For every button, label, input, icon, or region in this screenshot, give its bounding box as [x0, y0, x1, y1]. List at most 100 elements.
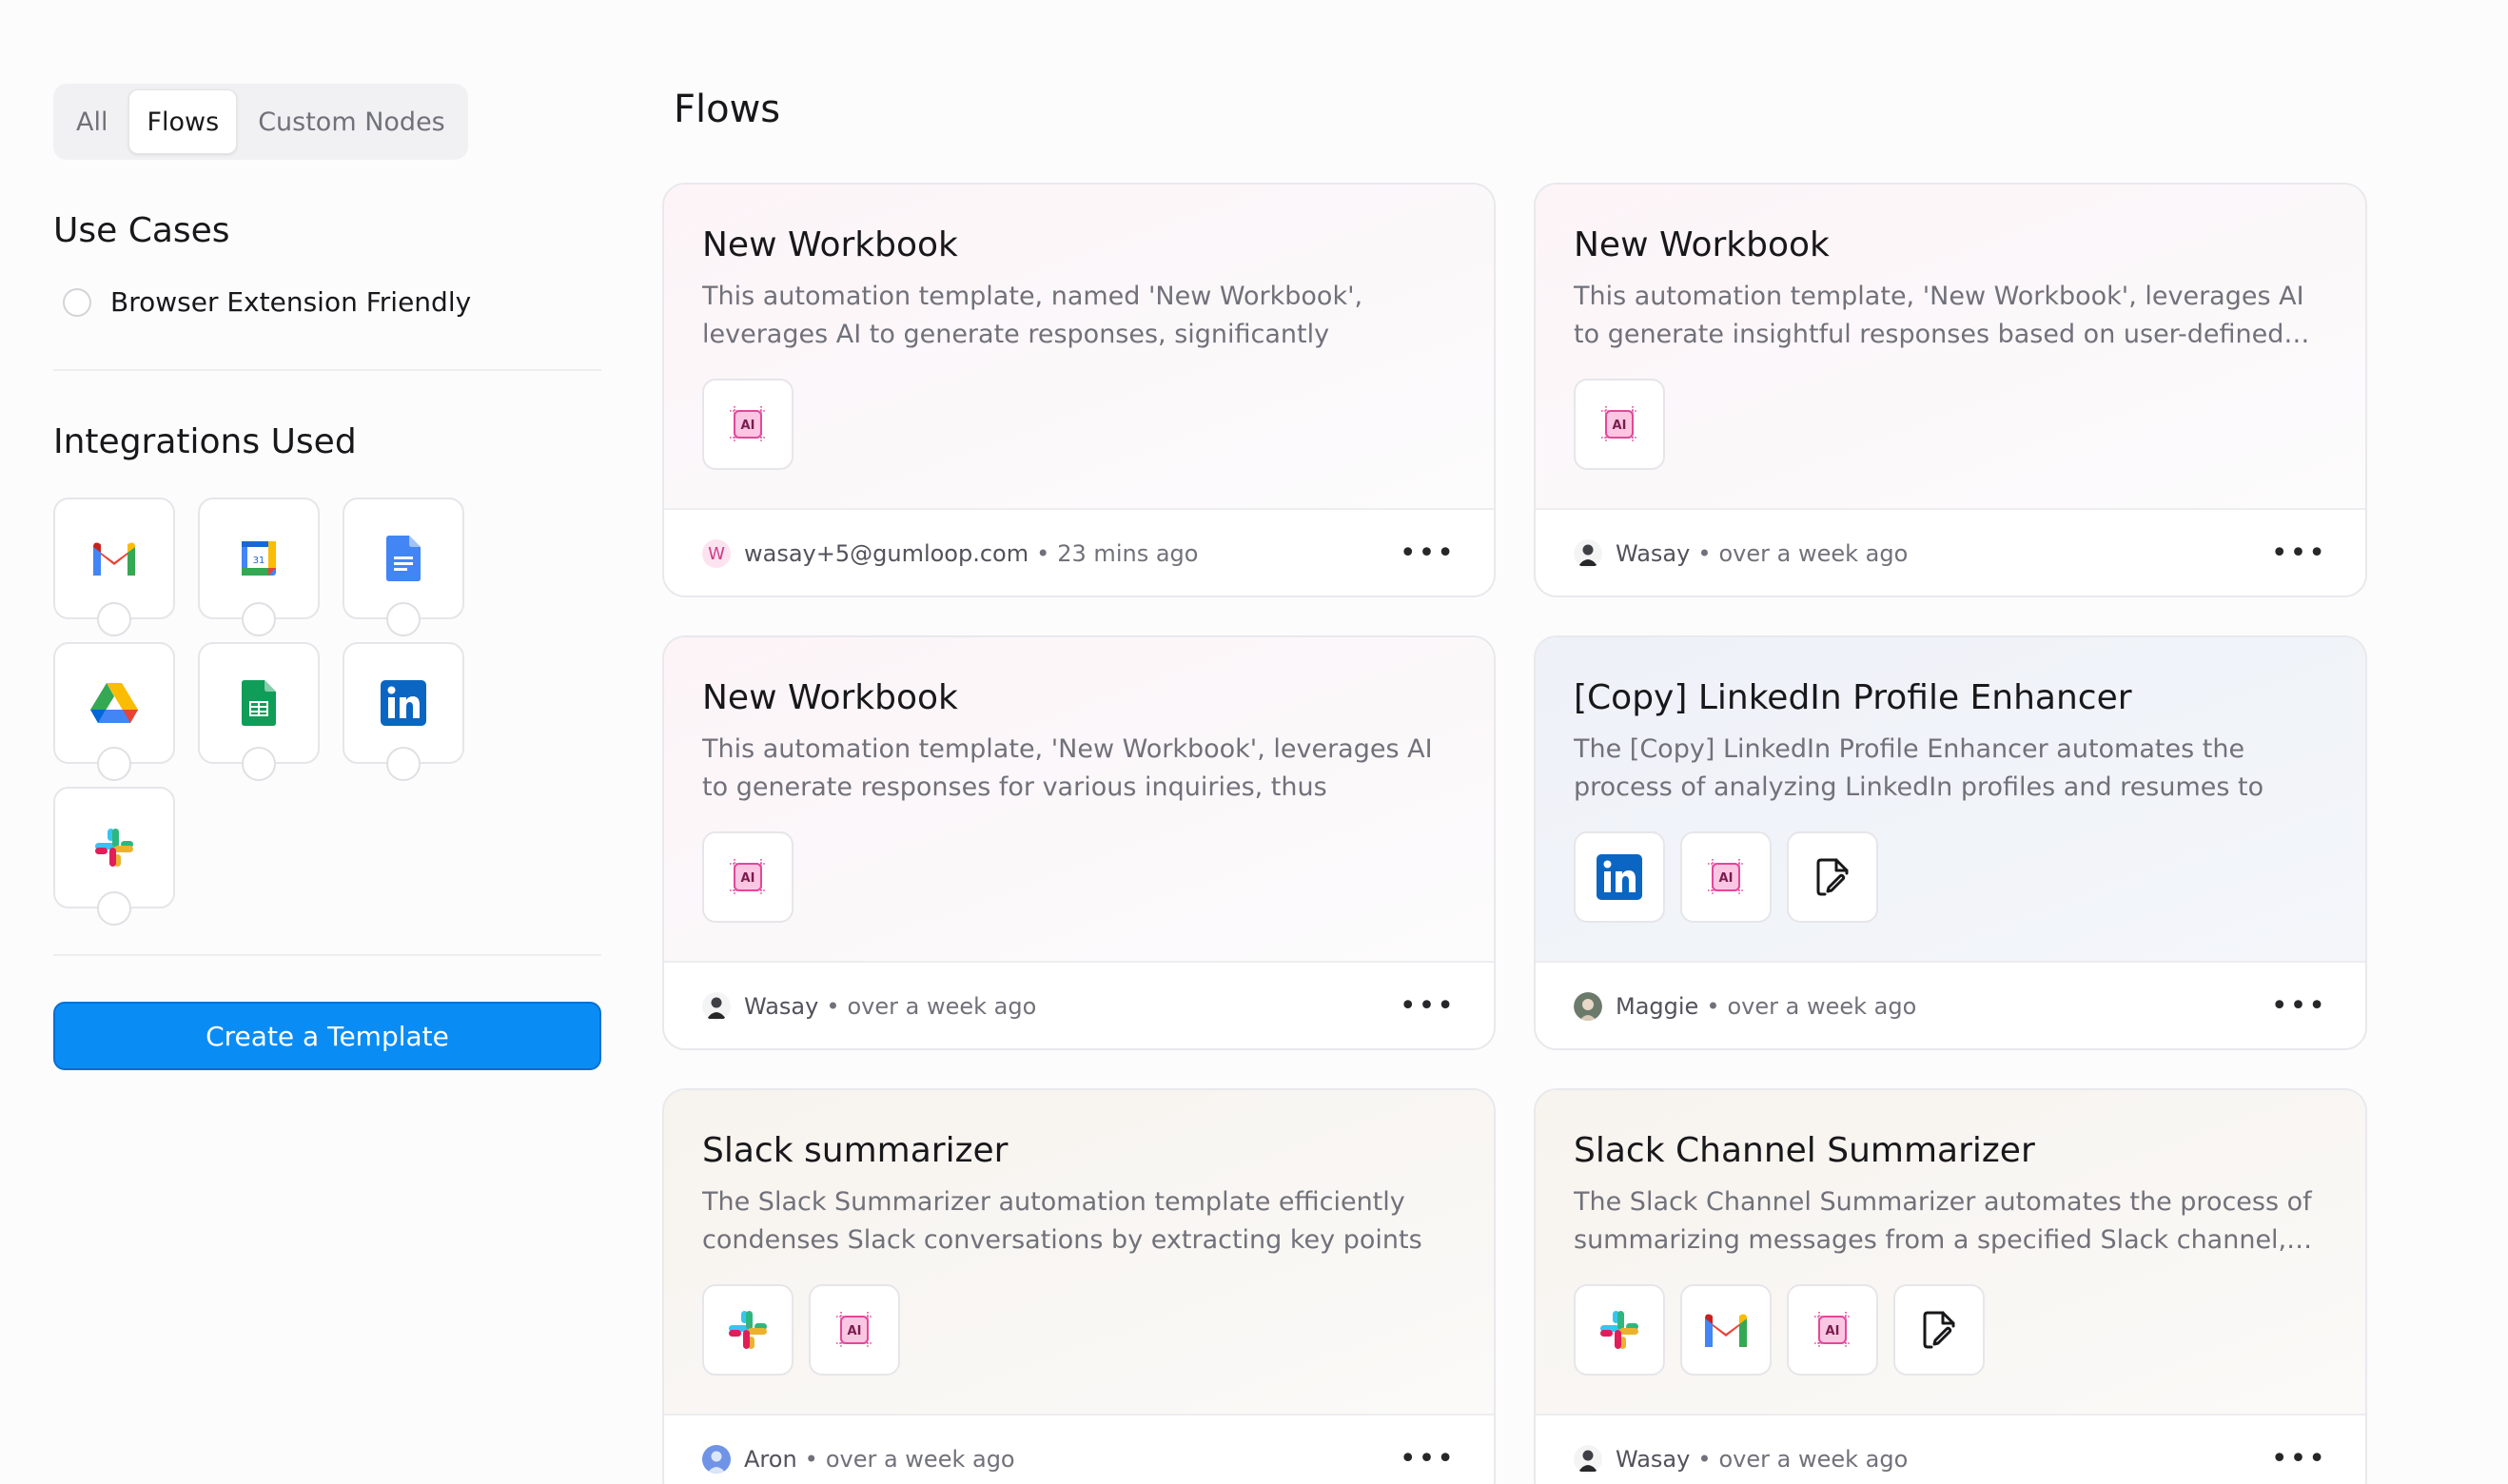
author-name: wasay+5@gumloop.com: [744, 540, 1029, 567]
separator: •: [1706, 993, 1720, 1020]
flow-card[interactable]: New Workbook This automation template, na…: [662, 183, 1496, 597]
card-body: Slack summarizer The Slack Summarizer aut…: [664, 1090, 1494, 1416]
integration-slack[interactable]: [53, 787, 175, 926]
linkedin-icon: [381, 680, 426, 726]
integration-google-docs-radio[interactable]: [386, 602, 421, 636]
card-integrations: AI: [1574, 831, 2327, 923]
author-name: Wasay: [1616, 540, 1691, 567]
ai-chip-icon: AI: [1704, 855, 1748, 899]
card-footer: Wasay • over a week ago •••: [1536, 510, 2365, 596]
integration-google-drive-radio[interactable]: [97, 747, 131, 781]
flow-card[interactable]: New Workbook This automation template, 'N…: [662, 635, 1496, 1050]
ai-chip-icon: AI: [1811, 1308, 1854, 1352]
card-timestamp: over a week ago: [825, 1446, 1015, 1473]
separator: •: [1697, 540, 1712, 567]
card-description: This automation template, 'New Workbook'…: [1574, 282, 2310, 349]
card-integration-tile: [1680, 1284, 1772, 1376]
card-integrations: AI: [702, 1284, 1456, 1376]
divider: [53, 369, 601, 371]
card-title: Slack Channel Summarizer: [1574, 1131, 2035, 1170]
card-description: The [Copy] LinkedIn Profile Enhancer aut…: [1574, 734, 2264, 802]
card-title: New Workbook: [1574, 225, 1830, 264]
integration-linkedin[interactable]: [343, 642, 464, 781]
card-integration-tile: [1574, 1284, 1665, 1376]
card-title: [Copy] LinkedIn Profile Enhancer: [1574, 678, 2132, 717]
google-docs-icon: [386, 536, 421, 581]
card-integration-tile: AI: [702, 831, 794, 923]
card-integration-tile: AI: [1787, 1284, 1878, 1376]
card-integrations: AI: [702, 379, 1456, 470]
more-options-button[interactable]: •••: [1400, 992, 1456, 1021]
card-author: Wasay • over a week ago: [702, 992, 1036, 1021]
tab-custom-nodes[interactable]: Custom Nodes: [241, 89, 462, 154]
card-body: New Workbook This automation template, 'N…: [664, 637, 1494, 963]
integration-google-drive[interactable]: [53, 642, 175, 781]
integration-gmail-radio[interactable]: [97, 602, 131, 636]
avatar: [1574, 992, 1602, 1021]
card-footer: Wasay • over a week ago •••: [1536, 1416, 2365, 1484]
card-timestamp: over a week ago: [1718, 1446, 1909, 1473]
more-options-button[interactable]: •••: [1400, 1445, 1456, 1474]
integration-google-sheets-radio[interactable]: [242, 747, 276, 781]
svg-text:31: 31: [253, 556, 265, 566]
integration-gmail[interactable]: [53, 498, 175, 636]
more-options-button[interactable]: •••: [2271, 539, 2327, 568]
flow-card[interactable]: [Copy] LinkedIn Profile Enhancer The [Cop…: [1534, 635, 2367, 1050]
card-title: Slack summarizer: [702, 1131, 1009, 1170]
card-integration-tile: [1893, 1284, 1985, 1376]
separator: •: [826, 993, 840, 1020]
card-timestamp: over a week ago: [1727, 993, 1917, 1020]
author-name: Wasay: [744, 993, 819, 1020]
card-integration-tile: AI: [702, 379, 794, 470]
integration-linkedin-radio[interactable]: [386, 747, 421, 781]
separator: •: [1036, 540, 1050, 567]
card-author: Aron • over a week ago: [702, 1445, 1015, 1474]
avatar: W: [702, 539, 731, 568]
tab-flows[interactable]: Flows: [128, 89, 238, 154]
card-timestamp: over a week ago: [847, 993, 1037, 1020]
flow-card[interactable]: Slack Channel Summarizer The Slack Channe…: [1534, 1088, 2367, 1484]
integrations-grid: 31: [53, 498, 601, 926]
integration-google-docs[interactable]: [343, 498, 464, 636]
svg-text:AI: AI: [1826, 1324, 1840, 1338]
use-cases-heading: Use Cases: [53, 211, 230, 250]
integration-slack-radio[interactable]: [97, 891, 131, 926]
more-options-button[interactable]: •••: [2271, 992, 2327, 1021]
gmail-icon: [1701, 1311, 1751, 1349]
card-integration-tile: AI: [809, 1284, 900, 1376]
integration-google-sheets[interactable]: [198, 642, 320, 781]
avatar: [702, 992, 731, 1021]
card-integration-tile: [1574, 831, 1665, 923]
card-description: This automation template, 'New Workbook'…: [702, 734, 1433, 802]
card-author: Wasay • over a week ago: [1574, 539, 1908, 568]
use-case-option[interactable]: Browser Extension Friendly: [63, 286, 601, 318]
google-calendar-icon: 31: [242, 541, 276, 576]
divider: [53, 954, 601, 956]
card-body: [Copy] LinkedIn Profile Enhancer The [Cop…: [1536, 637, 2365, 963]
tab-all[interactable]: All: [59, 89, 125, 154]
card-description: The Slack Summarizer automation template…: [702, 1187, 1422, 1255]
flow-card[interactable]: New Workbook This automation template, 'N…: [1534, 183, 2367, 597]
svg-text:AI: AI: [741, 871, 755, 886]
author-name: Maggie: [1616, 993, 1699, 1020]
google-drive-icon: [90, 683, 138, 723]
more-options-button[interactable]: •••: [2271, 1445, 2327, 1474]
card-author: Maggie • over a week ago: [1574, 992, 1916, 1021]
more-options-button[interactable]: •••: [1400, 539, 1456, 568]
card-integration-tile: AI: [1680, 831, 1772, 923]
integration-google-calendar[interactable]: 31: [198, 498, 320, 636]
card-timestamp: 23 mins ago: [1057, 540, 1199, 567]
card-body: New Workbook This automation template, 'N…: [1536, 185, 2365, 510]
separator: •: [1697, 1446, 1712, 1473]
use-case-radio[interactable]: [63, 287, 91, 317]
slack-icon: [725, 1307, 771, 1353]
ai-chip-icon: AI: [726, 855, 770, 899]
flow-card[interactable]: Slack summarizer The Slack Summarizer aut…: [662, 1088, 1496, 1484]
ai-chip-icon: AI: [1597, 402, 1641, 446]
card-body: New Workbook This automation template, na…: [664, 185, 1494, 510]
integration-google-calendar-radio[interactable]: [242, 602, 276, 636]
card-integrations: AI: [1574, 1284, 2327, 1376]
card-footer: Maggie • over a week ago •••: [1536, 963, 2365, 1048]
create-template-button[interactable]: Create a Template: [53, 1002, 601, 1070]
card-description: This automation template, named 'New Wor…: [702, 282, 1363, 349]
